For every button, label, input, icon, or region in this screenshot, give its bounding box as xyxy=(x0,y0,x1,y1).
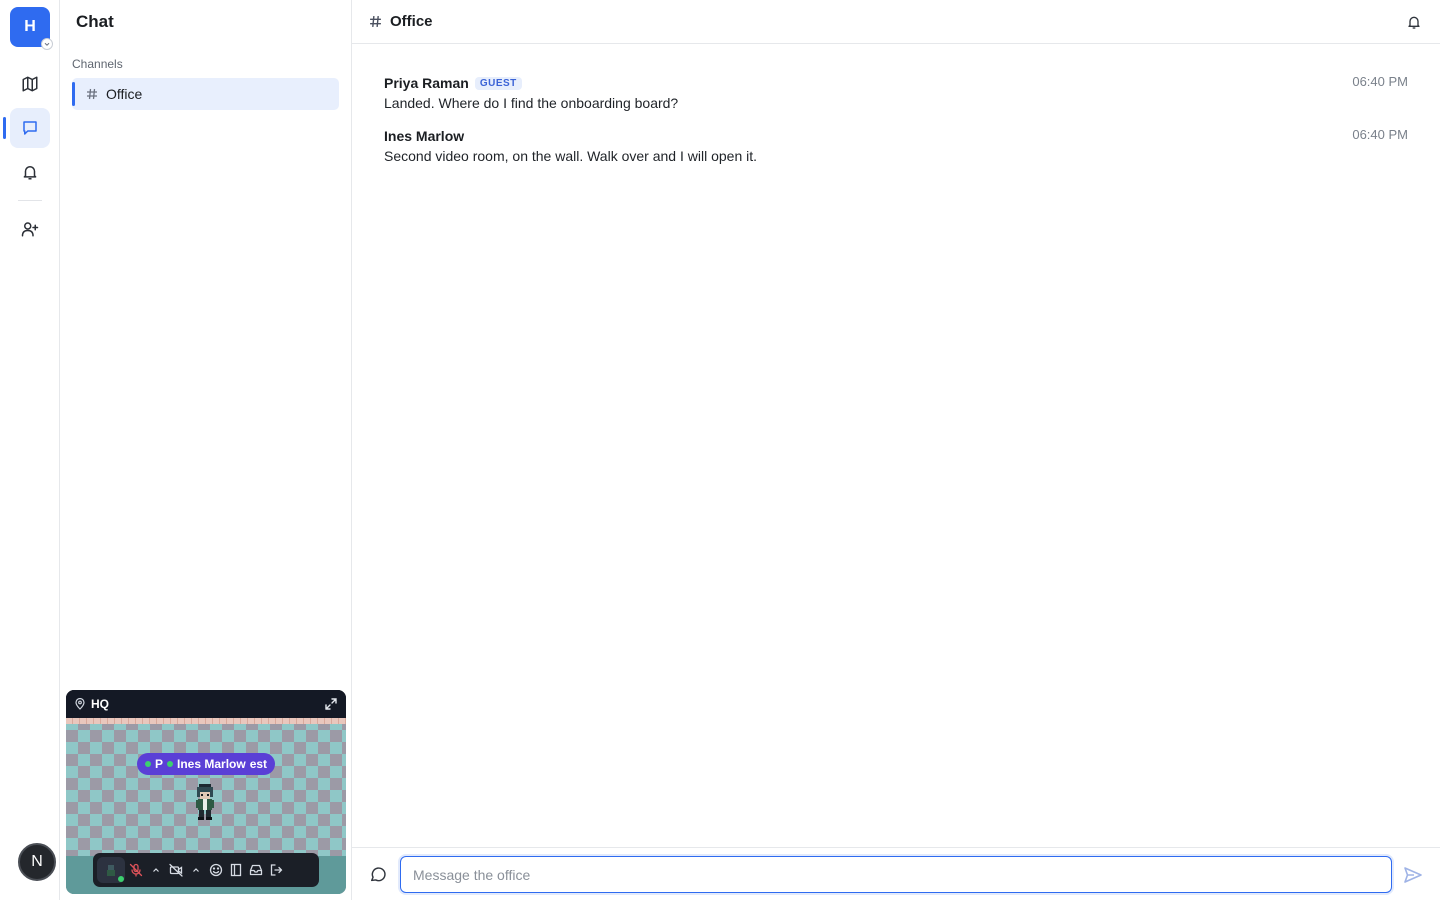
inbox-button[interactable] xyxy=(247,857,265,883)
status-dot xyxy=(167,761,174,767)
channel-title: Office xyxy=(390,13,433,30)
inbox-icon xyxy=(249,864,263,876)
guest-badge: GUEST xyxy=(474,76,522,90)
message-time: 06:40 PM xyxy=(1352,74,1408,89)
name-tag-right: est xyxy=(249,757,268,771)
player-sprite xyxy=(196,784,214,820)
map-icon xyxy=(22,76,38,92)
camera-options-button[interactable] xyxy=(187,857,205,883)
user-initial: N xyxy=(31,853,43,870)
message-time: 06:40 PM xyxy=(1352,127,1408,142)
rail-map-button[interactable] xyxy=(10,64,50,104)
name-tag-center: Ines Marlow xyxy=(177,757,246,771)
leave-icon xyxy=(270,864,283,876)
message-composer xyxy=(352,847,1440,900)
minimap-panel[interactable]: HQ P Ines Marlow est xyxy=(66,690,346,894)
channel-sidebar: Chat Channels Office HQ P Ines Marlow es… xyxy=(60,0,352,900)
user-avatar[interactable]: N xyxy=(18,843,56,881)
map-wall xyxy=(66,718,346,724)
emoji-button[interactable] xyxy=(207,857,225,883)
chevron-up-icon xyxy=(193,868,199,872)
self-avatar-button[interactable] xyxy=(97,857,125,883)
minimap-header: HQ xyxy=(66,690,346,718)
message-item: Ines Marlow 06:40 PM Second video room, … xyxy=(384,126,1408,164)
online-dot xyxy=(118,876,124,882)
message-text: Second video room, on the wall. Walk ove… xyxy=(384,148,758,164)
hash-icon xyxy=(87,88,97,100)
workspace-button[interactable]: H xyxy=(10,7,53,50)
media-toolbar xyxy=(93,853,319,887)
message-author[interactable]: Priya Raman xyxy=(384,75,469,91)
app-rail: H N xyxy=(0,0,60,900)
name-tag-left: P xyxy=(155,757,164,771)
chat-main: Office Priya Raman GUEST 06:40 PM Landed… xyxy=(352,0,1440,900)
bell-icon xyxy=(23,166,37,180)
channel-active-indicator xyxy=(72,82,75,106)
rail-invite-button[interactable] xyxy=(10,209,50,249)
message-author[interactable]: Ines Marlow xyxy=(384,128,464,144)
avatar-icon xyxy=(107,865,115,876)
rooms-button[interactable] xyxy=(227,857,245,883)
hash-icon xyxy=(370,16,381,27)
channel-label: Office xyxy=(106,86,143,102)
chat-bubble-icon xyxy=(370,867,386,882)
rail-notifications-button[interactable] xyxy=(10,152,50,192)
rail-divider xyxy=(18,200,42,201)
camera-off-icon xyxy=(169,863,183,877)
workspace-menu-icon xyxy=(41,38,53,50)
add-user-icon xyxy=(21,222,39,237)
camera-toggle-button[interactable] xyxy=(167,857,185,883)
leave-button[interactable] xyxy=(267,857,285,883)
expand-icon[interactable] xyxy=(324,697,338,711)
mic-options-button[interactable] xyxy=(147,857,165,883)
message-input[interactable] xyxy=(400,856,1392,893)
send-icon[interactable] xyxy=(1403,865,1423,885)
chat-icon xyxy=(23,121,37,135)
mic-off-icon xyxy=(129,863,143,877)
mic-toggle-button[interactable] xyxy=(127,857,145,883)
channels-section-label: Channels xyxy=(72,57,123,71)
channel-header: Office xyxy=(352,0,1440,44)
bell-icon[interactable] xyxy=(1406,14,1422,30)
status-dot xyxy=(145,761,151,767)
channel-item-office[interactable]: Office xyxy=(72,78,339,110)
message-text: Landed. Where do I find the onboarding b… xyxy=(384,95,679,111)
player-name-tag: P Ines Marlow est xyxy=(137,753,276,775)
workspace-initial: H xyxy=(24,18,36,35)
chevron-up-icon xyxy=(153,868,159,872)
message-item: Priya Raman GUEST 06:40 PM Landed. Where… xyxy=(384,73,1408,111)
emoji-icon xyxy=(209,863,223,877)
rail-chat-button[interactable] xyxy=(10,108,50,148)
door-icon xyxy=(230,863,242,877)
location-pin-icon xyxy=(75,698,85,710)
sidebar-title: Chat xyxy=(76,12,114,31)
rail-active-indicator xyxy=(3,117,6,139)
map-name: HQ xyxy=(91,697,109,711)
